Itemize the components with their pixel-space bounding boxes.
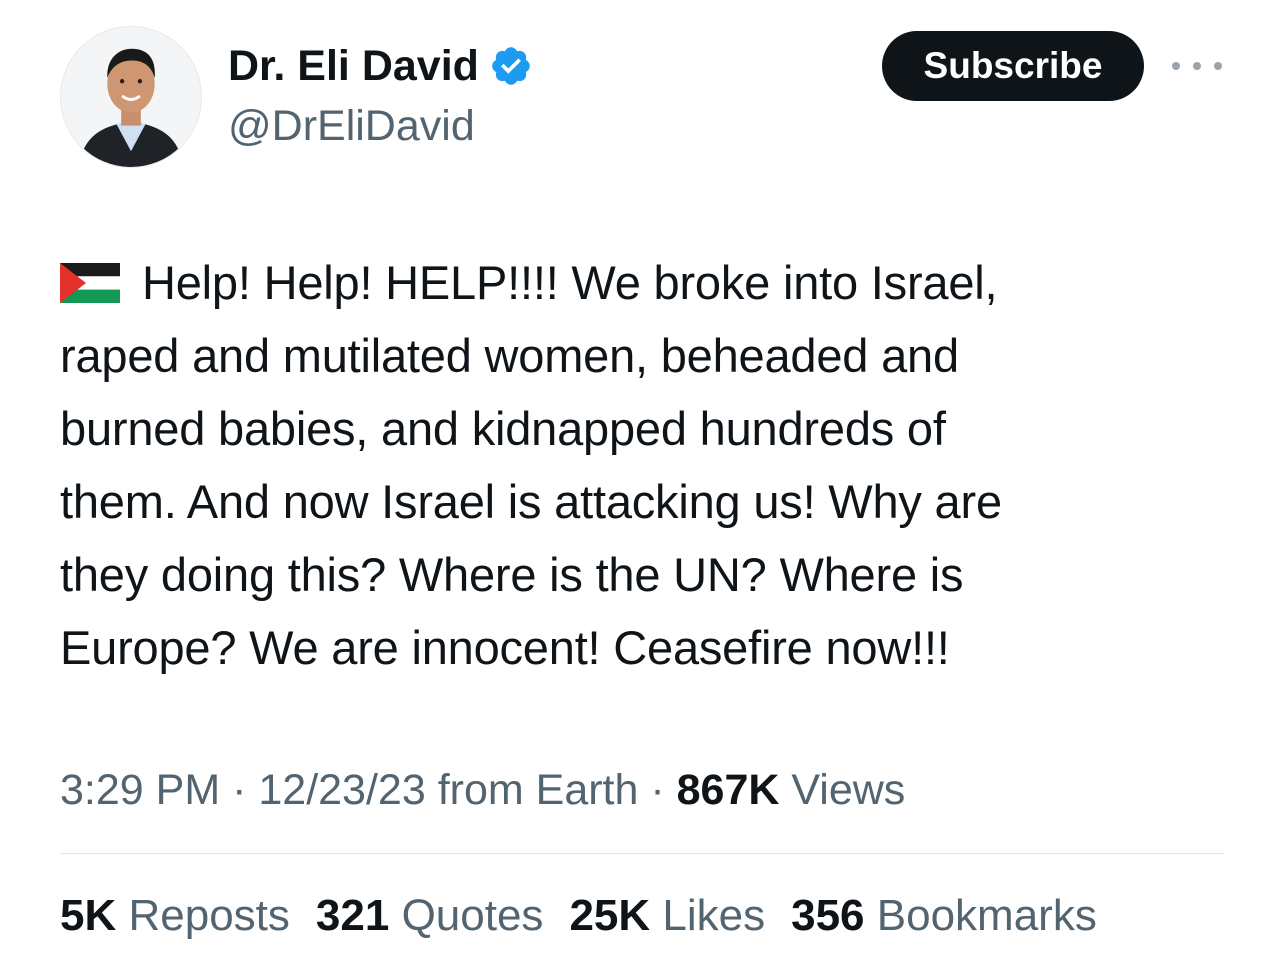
tweet-meta: 3:29 PM · 12/23/23 from Earth · 867K Vie… xyxy=(60,762,905,818)
tweet-line: them. And now Israel is attacking us! Wh… xyxy=(60,475,1002,528)
reposts-label: Reposts xyxy=(128,891,290,940)
tweet-line: Help! Help! HELP!!!! We broke into Israe… xyxy=(60,246,1230,319)
tweet-text: Help! Help! HELP!!!! We broke into Israe… xyxy=(60,246,1230,684)
tweet-line: they doing this? Where is the UN? Where … xyxy=(60,548,964,601)
subscribe-button[interactable]: Subscribe xyxy=(882,31,1144,101)
dot xyxy=(1214,62,1222,70)
avatar-photo xyxy=(61,27,201,167)
quotes-count: 321 xyxy=(315,891,390,940)
verified-badge-icon[interactable] xyxy=(489,44,533,88)
quotes-stat[interactable]: 321 Quotes xyxy=(316,888,544,944)
divider xyxy=(60,853,1224,854)
more-options-icon[interactable] xyxy=(1172,46,1222,86)
likes-label: Likes xyxy=(662,891,766,940)
tweet-line: burned babies, and kidnapped hundreds of xyxy=(60,402,946,455)
reposts-stat[interactable]: 5K Reposts xyxy=(60,888,290,944)
author-handle[interactable]: @DrEliDavid xyxy=(228,100,475,152)
timestamp-time[interactable]: 3:29 PM xyxy=(60,766,220,814)
timestamp-date[interactable]: 12/23/23 xyxy=(258,766,425,814)
dot xyxy=(1172,62,1180,70)
bookmarks-stat[interactable]: 356 Bookmarks xyxy=(791,888,1097,944)
quotes-label: Quotes xyxy=(401,891,544,940)
dot xyxy=(1193,62,1201,70)
author-name-row[interactable]: Dr. Eli David xyxy=(228,40,533,92)
likes-stat[interactable]: 25K Likes xyxy=(569,888,765,944)
palestine-flag-icon xyxy=(60,262,120,303)
bookmarks-count: 356 xyxy=(791,891,865,940)
reposts-count: 5K xyxy=(60,891,117,940)
tweet-source: from Earth xyxy=(425,766,639,814)
views-label[interactable]: Views xyxy=(779,766,905,814)
avatar[interactable] xyxy=(60,26,202,168)
author-name[interactable]: Dr. Eli David xyxy=(228,40,479,92)
tweet-line: raped and mutilated women, beheaded and xyxy=(60,329,959,382)
likes-count: 25K xyxy=(569,891,651,940)
views-count[interactable]: 867K xyxy=(677,766,780,814)
separator: · xyxy=(220,766,259,814)
separator: · xyxy=(638,766,677,814)
engagement-stats: 5K Reposts 321 Quotes 25K Likes 356 Book… xyxy=(60,888,1097,944)
tweet-line: Europe? We are innocent! Ceasefire now!!… xyxy=(60,621,950,674)
bookmarks-label: Bookmarks xyxy=(876,891,1097,940)
